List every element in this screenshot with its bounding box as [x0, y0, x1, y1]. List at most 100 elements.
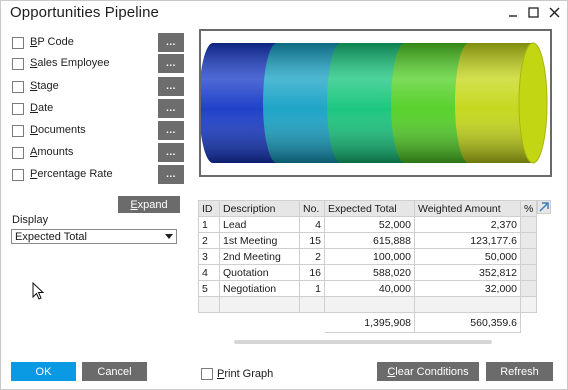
cell-weighted-amount: 50,000	[414, 248, 521, 265]
cell-empty	[299, 312, 325, 333]
stage-label: Stage	[30, 80, 59, 92]
table-expand-button[interactable]	[537, 200, 551, 214]
maximize-button[interactable]	[523, 2, 543, 22]
table-empty-row[interactable]	[198, 296, 537, 313]
cell-empty	[219, 296, 300, 313]
cell-weighted-amount: 123,177.6	[414, 232, 521, 249]
bp-code-label: BP Code	[30, 36, 74, 48]
display-dropdown-value: Expected Total	[15, 231, 87, 243]
date-label: Date	[30, 102, 54, 114]
cell-percent	[520, 248, 537, 265]
documents-checkbox[interactable]	[12, 125, 24, 137]
cell-no: 2	[299, 248, 325, 265]
cell-description: 2nd Meeting	[219, 248, 300, 265]
cell-weighted-amount: 352,812	[414, 264, 521, 281]
cell-no: 16	[299, 264, 325, 281]
table-row[interactable]: 5 Negotiation 1 40,000 32,000	[198, 280, 537, 297]
table-row[interactable]: 1 Lead 4 52,000 2,370	[198, 216, 537, 233]
cell-percent	[520, 216, 537, 233]
percentage-rate-label: Percentage Rate	[30, 168, 113, 180]
maximize-icon	[527, 6, 539, 18]
minimize-icon	[509, 15, 517, 17]
refresh-button[interactable]: Refresh	[486, 362, 553, 381]
cell-description: Negotiation	[219, 280, 300, 297]
cell-empty	[198, 312, 220, 333]
col-header-description[interactable]: Description	[219, 200, 300, 217]
total-expected-total: 1,395,908	[324, 312, 415, 333]
pipeline-end-cap	[518, 42, 548, 164]
cell-empty	[324, 296, 415, 313]
cell-expected-total: 588,020	[324, 264, 415, 281]
cell-empty	[198, 296, 220, 313]
date-checkbox[interactable]	[12, 103, 24, 115]
pipeline-cylinder-graph	[199, 42, 548, 164]
pipeline-chart	[199, 29, 552, 177]
cell-weighted-amount: 2,370	[414, 216, 521, 233]
cell-expected-total: 40,000	[324, 280, 415, 297]
clear-conditions-button[interactable]: Clear Conditions	[377, 362, 479, 381]
col-header-weighted-amount[interactable]: Weighted Amount	[414, 200, 521, 217]
cell-empty	[219, 312, 300, 333]
criteria-row-amounts: Amounts ...	[12, 143, 184, 162]
minimize-button[interactable]	[503, 2, 523, 22]
table-row[interactable]: 3 2nd Meeting 2 100,000 50,000	[198, 248, 537, 265]
criteria-row-bp-code: BP Code ...	[12, 33, 184, 52]
amounts-checkbox[interactable]	[12, 147, 24, 159]
cell-description: Quotation	[219, 264, 300, 281]
criteria-row-sales-employee: Sales Employee ...	[12, 54, 184, 73]
expand-arrow-icon	[539, 202, 549, 212]
cell-percent	[520, 264, 537, 281]
cell-percent	[520, 280, 537, 297]
display-dropdown[interactable]: Expected Total	[11, 229, 177, 244]
cancel-button[interactable]: Cancel	[82, 362, 147, 381]
print-graph-label: Print Graph	[217, 368, 274, 380]
close-button[interactable]	[544, 2, 564, 22]
col-header-id[interactable]: ID	[198, 200, 220, 217]
cell-weighted-amount: 32,000	[414, 280, 521, 297]
documents-choose-button[interactable]: ...	[158, 121, 184, 140]
cell-description: 1st Meeting	[219, 232, 300, 249]
sales-employee-checkbox[interactable]	[12, 58, 24, 70]
display-label: Display	[12, 214, 49, 226]
opportunities-pipeline-window: Opportunities Pipeline BP Code ... Sales…	[0, 0, 568, 390]
cell-description: Lead	[219, 216, 300, 233]
table-row[interactable]: 2 1st Meeting 15 615,888 123,177.6	[198, 232, 537, 249]
cell-no: 1	[299, 280, 325, 297]
bp-code-choose-button[interactable]: ...	[158, 33, 184, 52]
criteria-row-date: Date ...	[12, 99, 184, 118]
percentage-rate-checkbox[interactable]	[12, 169, 24, 181]
print-graph-checkbox[interactable]	[201, 368, 213, 380]
cell-id: 1	[198, 216, 220, 233]
stage-checkbox[interactable]	[12, 81, 24, 93]
window-title: Opportunities Pipeline	[10, 4, 159, 21]
criteria-row-stage: Stage ...	[12, 77, 184, 96]
date-choose-button[interactable]: ...	[158, 99, 184, 118]
sales-employee-label: Sales Employee	[30, 57, 110, 69]
col-header-no[interactable]: No.	[299, 200, 325, 217]
stage-choose-button[interactable]: ...	[158, 77, 184, 96]
criteria-row-documents: Documents ...	[12, 121, 184, 140]
sales-employee-choose-button[interactable]: ...	[158, 54, 184, 73]
mouse-cursor-icon	[32, 282, 45, 300]
cell-expected-total: 615,888	[324, 232, 415, 249]
cell-no: 15	[299, 232, 325, 249]
percentage-rate-choose-button[interactable]: ...	[158, 165, 184, 184]
total-weighted-amount: 560,359.6	[414, 312, 521, 333]
cell-id: 2	[198, 232, 220, 249]
cell-empty	[520, 312, 537, 333]
table-totals-row: 1,395,908 560,359.6	[198, 312, 537, 333]
bp-code-checkbox[interactable]	[12, 37, 24, 49]
expand-button[interactable]: Expand	[118, 196, 180, 213]
cell-percent	[520, 232, 537, 249]
col-header-percent[interactable]: %	[520, 200, 537, 217]
table-horizontal-scrollbar[interactable]	[234, 340, 492, 344]
criteria-row-percentage-rate: Percentage Rate ...	[12, 165, 184, 184]
table-row[interactable]: 4 Quotation 16 588,020 352,812	[198, 264, 537, 281]
dropdown-arrow-icon	[165, 234, 173, 239]
amounts-choose-button[interactable]: ...	[158, 143, 184, 162]
cell-expected-total: 100,000	[324, 248, 415, 265]
amounts-label: Amounts	[30, 146, 74, 158]
documents-label: Documents	[30, 124, 86, 136]
ok-button[interactable]: OK	[11, 362, 76, 381]
col-header-expected-total[interactable]: Expected Total	[324, 200, 415, 217]
